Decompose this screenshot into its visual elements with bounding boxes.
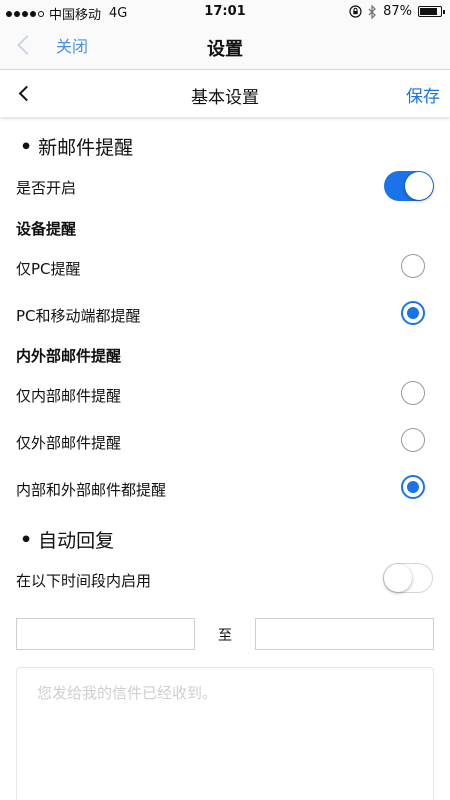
section-bullet: • — [20, 528, 33, 551]
battery-percent: 87% — [383, 4, 412, 19]
auto-reply-title: 自动回复 — [38, 530, 115, 552]
to-label: 至 — [218, 628, 232, 644]
bluetooth-icon — [368, 4, 377, 19]
new-mail-alert-title: 新邮件提醒 — [38, 137, 134, 159]
toggle-knob — [405, 172, 433, 200]
mail-scope-group-label: 内外部邮件提醒 — [16, 347, 122, 365]
period-enable-toggle[interactable] — [383, 563, 433, 593]
status-bar: 中国移动 4G 17:01 87% — [0, 0, 450, 24]
status-right: 87% — [349, 4, 445, 19]
end-time-input[interactable] — [255, 618, 434, 650]
auto-reply-heading: • 自动回复 — [20, 526, 114, 553]
page-title: 基本设置 — [191, 88, 259, 108]
device-alert-group-label: 设备提醒 — [16, 220, 77, 238]
inner-nav-bar: 基本设置 保存 — [0, 71, 450, 117]
option-external-only-label: 仅外部邮件提醒 — [16, 434, 122, 452]
battery-icon — [418, 6, 445, 17]
enable-alert-label: 是否开启 — [16, 179, 77, 197]
section-bullet: • — [20, 135, 33, 158]
option-internal-only-label: 仅内部邮件提醒 — [16, 387, 122, 405]
option-internal-only-radio[interactable] — [401, 381, 425, 405]
save-button[interactable]: 保存 — [406, 82, 440, 107]
new-mail-alert-heading: • 新邮件提醒 — [20, 133, 133, 160]
option-internal-and-external-radio[interactable] — [401, 475, 425, 499]
option-external-only-radio[interactable] — [401, 428, 425, 452]
option-internal-and-external-label: 内部和外部邮件都提醒 — [16, 481, 167, 499]
outer-nav-bar: 关闭 设置 — [0, 24, 450, 70]
outer-nav-title: 设置 — [207, 39, 243, 60]
start-time-input[interactable] — [16, 618, 195, 650]
option-pc-only-label: 仅PC提醒 — [16, 260, 81, 278]
enable-alert-toggle[interactable] — [384, 171, 434, 201]
period-enable-label: 在以下时间段内启用 — [16, 572, 152, 590]
option-pc-and-mobile-radio[interactable] — [401, 301, 425, 325]
option-pc-only-radio[interactable] — [401, 254, 425, 278]
toggle-knob — [384, 564, 412, 592]
option-pc-and-mobile-label: PC和移动端都提醒 — [16, 307, 141, 325]
auto-reply-message-input[interactable] — [16, 667, 434, 800]
rotation-lock-icon — [349, 5, 362, 18]
